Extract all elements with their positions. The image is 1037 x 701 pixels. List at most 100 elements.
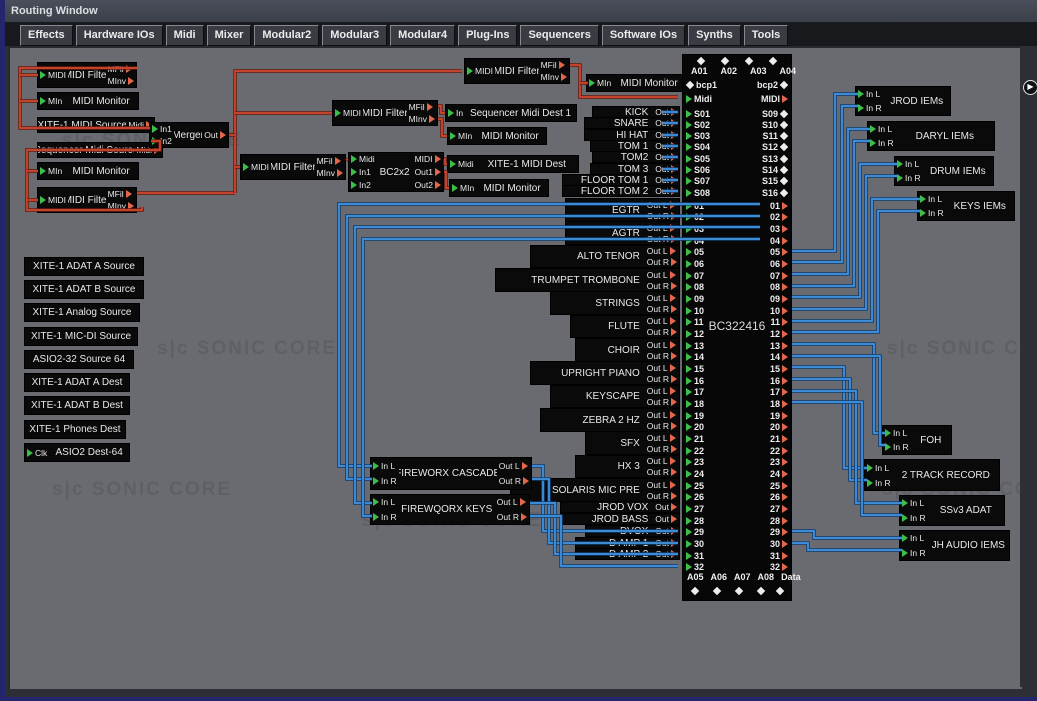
output-port[interactable]: Out R [647, 234, 677, 244]
node-left-port-S03[interactable]: S03 [686, 131, 710, 142]
node-bc322416[interactable]: A01A02A03A04A05A06A07A08DataBC322416bcp1… [682, 54, 792, 601]
output-port[interactable]: Out [655, 186, 677, 196]
node-right-port-S14[interactable]: S14 [762, 165, 788, 176]
node-left-port-S07[interactable]: S07 [686, 176, 710, 187]
scroll-right-button[interactable]: ▶ [1023, 80, 1037, 95]
output-port[interactable]: Out L [497, 497, 527, 507]
module-trumpet-trombone[interactable]: TRUMPET TROMBONEOut LOut R [495, 268, 680, 292]
module-hx3[interactable]: HX 3Out LOut R [575, 455, 680, 478]
output-port[interactable]: Out [655, 152, 677, 162]
module-upright-piano[interactable]: UPRIGHT PIANOOut LOut R [530, 361, 680, 385]
output-port[interactable]: MInv [108, 201, 134, 211]
tab-hardware-ios[interactable]: Hardware IOs [76, 25, 163, 46]
input-port[interactable]: In R [902, 513, 926, 523]
node-right-port-09[interactable]: 09 [770, 293, 788, 304]
node-left-port-09[interactable]: 09 [686, 293, 704, 304]
node-left-port-14[interactable]: 14 [686, 352, 704, 363]
module-midi-filter-5[interactable]: MIDIMIDI FilterMFilMInv [240, 154, 346, 180]
output-port[interactable]: Out L [647, 270, 677, 280]
output-port[interactable]: MFil [317, 156, 343, 166]
node-right-port-S16[interactable]: S16 [762, 187, 788, 198]
module-snare[interactable]: SNAREOut [584, 117, 680, 129]
module-choir[interactable]: CHOIROut LOut R [575, 338, 680, 362]
output-port[interactable]: Out [655, 164, 677, 174]
node-right-port-12[interactable]: 12 [770, 328, 788, 339]
module-drum-iems[interactable]: In LIn RDRUM IEMs [894, 156, 994, 186]
node-left-port-02[interactable]: 02 [686, 212, 704, 223]
input-port[interactable]: In R [920, 208, 944, 218]
scrollbar-track[interactable]: ▶ [1020, 46, 1037, 687]
node-left-port-17[interactable]: 17 [686, 387, 704, 398]
input-port[interactable]: In L [867, 463, 891, 473]
node-left-port-15[interactable]: 15 [686, 363, 704, 374]
output-port[interactable]: Out [655, 107, 677, 117]
input-port[interactable]: In1 [351, 167, 375, 177]
module-midi-monitor-4[interactable]: MInMIDI Monitor [447, 127, 547, 145]
input-port[interactable]: In R [870, 138, 894, 148]
node-left-port-03[interactable]: 03 [686, 223, 704, 234]
input-port[interactable]: In L [373, 461, 397, 471]
input-port[interactable]: In L [858, 89, 882, 99]
input-port[interactable]: MIn [589, 78, 611, 88]
output-port[interactable]: MInv [108, 76, 134, 86]
node-right-port-S11[interactable]: S11 [762, 131, 788, 142]
module-keys-iems[interactable]: In LIn RKEYS IEMs [917, 191, 1015, 221]
node-left-port-23[interactable]: 23 [686, 457, 704, 468]
module-agtr[interactable]: AGTROut LOut R [565, 221, 680, 245]
input-port[interactable]: In2 [351, 180, 375, 190]
node-left-port-21[interactable]: 21 [686, 433, 704, 444]
module-jrod-vox[interactable]: JROD VOXOut [560, 501, 680, 513]
input-port[interactable]: Midi [351, 154, 375, 164]
node-right-port-07[interactable]: 07 [770, 270, 788, 281]
output-port[interactable]: MIDI [415, 154, 441, 164]
tab-software-ios[interactable]: Software IOs [602, 25, 685, 46]
output-port[interactable]: Out [655, 502, 677, 512]
tab-modular4[interactable]: Modular4 [390, 25, 455, 46]
module-xite-adat-b-source[interactable]: XITE-1 ADAT B Source [24, 280, 144, 299]
node-right-port-bcp2[interactable]: bcp2 [757, 79, 788, 90]
node-right-port-30[interactable]: 30 [770, 538, 788, 549]
output-port[interactable]: MFil [409, 102, 435, 112]
node-right-port-11[interactable]: 11 [770, 317, 788, 328]
module-two-track-record[interactable]: In LIn R2 TRACK RECORD [864, 459, 1000, 491]
node-left-port-Midi[interactable]: Midi [686, 93, 712, 104]
input-port[interactable]: In R [373, 476, 397, 486]
input-port[interactable]: In L [870, 124, 894, 134]
node-right-port-20[interactable]: 20 [770, 422, 788, 433]
node-right-port-03[interactable]: 03 [770, 223, 788, 234]
input-port[interactable]: In [448, 108, 463, 118]
module-asio2-dest-64[interactable]: ClkASIO2 Dest-64 [24, 443, 130, 462]
node-left-port-05[interactable]: 05 [686, 247, 704, 258]
output-port[interactable]: Out [655, 130, 677, 140]
output-port[interactable]: Out R [647, 281, 677, 291]
output-port[interactable]: Out R [647, 327, 677, 337]
node-right-port-05[interactable]: 05 [770, 247, 788, 258]
tab-modular3[interactable]: Modular3 [322, 25, 387, 46]
node-left-port-20[interactable]: 20 [686, 422, 704, 433]
tab-synths[interactable]: Synths [688, 25, 741, 46]
tab-modular2[interactable]: Modular2 [254, 25, 319, 46]
node-right-port-13[interactable]: 13 [770, 340, 788, 351]
node-right-port-15[interactable]: 15 [770, 363, 788, 374]
module-xite-micdi-source[interactable]: XITE-1 MIC-DI Source [24, 327, 138, 346]
node-left-port-19[interactable]: 19 [686, 410, 704, 421]
node-right-port-24[interactable]: 24 [770, 468, 788, 479]
node-right-port-16[interactable]: 16 [770, 375, 788, 386]
output-port[interactable]: Out R [647, 211, 677, 221]
input-port[interactable]: In L [920, 194, 944, 204]
node-left-port-13[interactable]: 13 [686, 340, 704, 351]
output-port[interactable]: Out L [647, 340, 677, 350]
node-left-port-11[interactable]: 11 [686, 317, 704, 328]
input-port[interactable]: In2 [152, 136, 172, 146]
output-port[interactable]: Out1 [415, 167, 441, 177]
input-port[interactable]: In L [897, 159, 921, 169]
output-port[interactable]: Out [655, 118, 677, 128]
node-left-port-10[interactable]: 10 [686, 305, 704, 316]
node-right-port-10[interactable]: 10 [770, 305, 788, 316]
node-right-port-19[interactable]: 19 [770, 410, 788, 421]
module-sequencer-midi-source[interactable]: Sequencer Midi SourceMidi [37, 142, 163, 158]
output-port[interactable]: Out [655, 175, 677, 185]
output-port[interactable]: Out L [647, 316, 677, 326]
module-jrod-bass[interactable]: JROD BASSOut [560, 513, 680, 525]
node-right-port-02[interactable]: 02 [770, 212, 788, 223]
